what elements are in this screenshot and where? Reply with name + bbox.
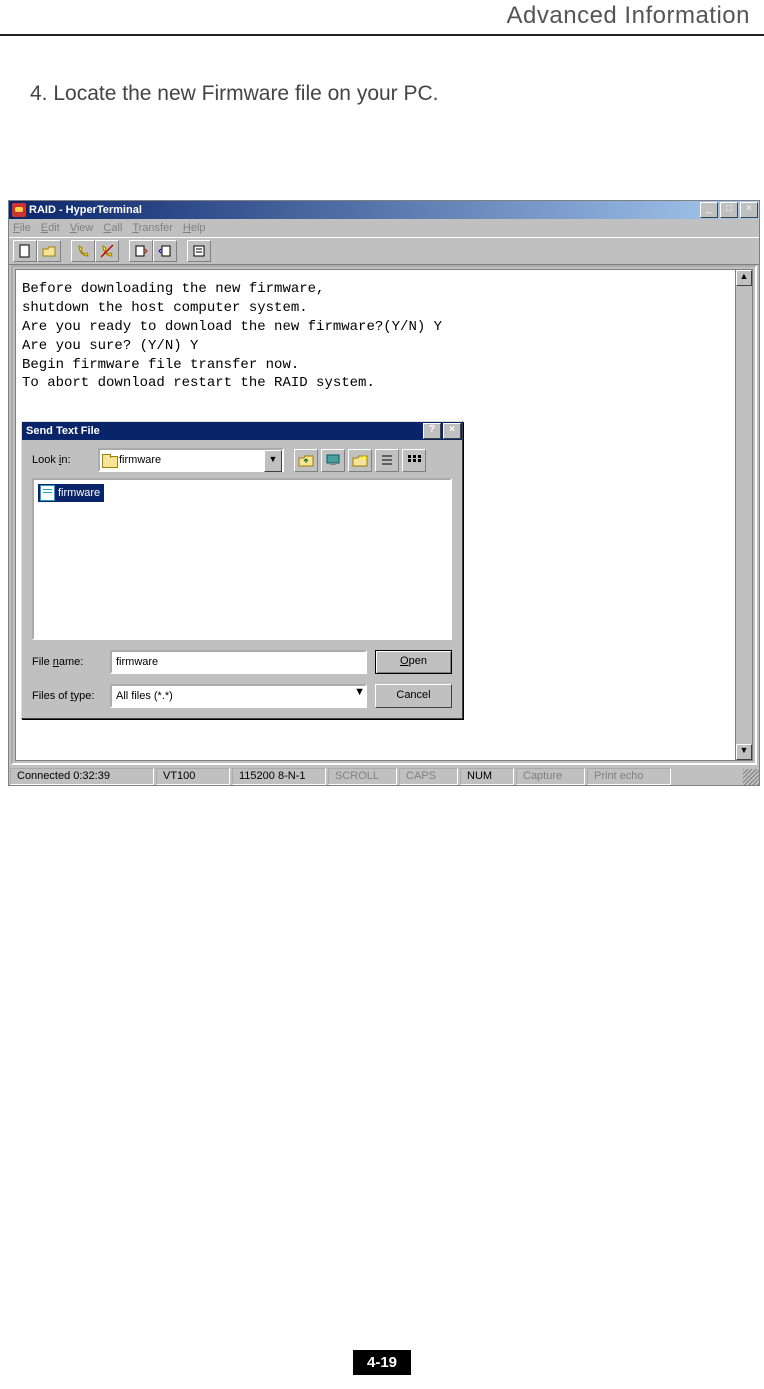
status-scroll: SCROLL xyxy=(328,768,397,785)
new-folder-icon[interactable] xyxy=(348,449,372,472)
status-num: NUM xyxy=(460,768,514,785)
section-header: Advanced Information xyxy=(507,2,750,30)
open-button[interactable]: Open xyxy=(375,650,452,674)
list-item[interactable]: firmware xyxy=(38,484,104,502)
menu-call[interactable]: Call xyxy=(103,222,122,234)
chevron-down-icon[interactable]: ▼ xyxy=(264,450,282,472)
menu-edit[interactable]: Edit xyxy=(41,222,60,234)
menu-file[interactable]: File xyxy=(13,222,31,234)
dialog-titlebar[interactable]: Send Text File ? × xyxy=(22,422,462,440)
header-rule xyxy=(0,34,764,36)
look-in-dropdown[interactable]: firmware ▼ xyxy=(98,448,284,472)
status-settings: 115200 8-N-1 xyxy=(232,768,326,785)
receive-icon[interactable] xyxy=(153,240,177,262)
file-name-field[interactable]: firmware xyxy=(110,650,367,674)
file-listbox[interactable]: firmware xyxy=(32,478,452,640)
chevron-down-icon[interactable]: ▼ xyxy=(354,686,365,706)
app-icon xyxy=(12,203,26,217)
properties-icon[interactable] xyxy=(187,240,211,262)
files-of-type-label: Files of type: xyxy=(32,690,102,702)
window-title: RAID - HyperTerminal xyxy=(29,204,699,216)
menu-view[interactable]: View xyxy=(70,222,94,234)
dialog-close-button[interactable]: × xyxy=(443,423,461,439)
desktop-icon[interactable] xyxy=(321,449,345,472)
page-number: 4-19 xyxy=(353,1350,411,1375)
status-caps: CAPS xyxy=(399,768,458,785)
menubar: File Edit View Call Transfer Help xyxy=(9,219,759,237)
menu-transfer[interactable]: Transfer xyxy=(132,222,173,234)
disconnect-icon[interactable] xyxy=(95,240,119,262)
files-of-type-dropdown[interactable]: All files (*.*) ▼ xyxy=(110,684,367,708)
menu-help[interactable]: Help xyxy=(183,222,206,234)
vertical-scrollbar[interactable]: ▲ ▼ xyxy=(735,269,753,761)
step-instruction: 4. Locate the new Firmware file on your … xyxy=(30,82,439,106)
cancel-button[interactable]: Cancel xyxy=(375,684,452,708)
resize-grip-icon[interactable] xyxy=(743,769,759,785)
dialog-help-button[interactable]: ? xyxy=(423,423,441,439)
open-icon[interactable] xyxy=(37,240,61,262)
call-icon[interactable] xyxy=(71,240,95,262)
status-emulation: VT100 xyxy=(156,768,230,785)
new-icon[interactable] xyxy=(13,240,37,262)
folder-icon xyxy=(102,454,116,466)
look-in-label: Look in: xyxy=(32,454,92,466)
status-print-echo: Print echo xyxy=(587,768,671,785)
dialog-title: Send Text File xyxy=(26,425,100,437)
status-connected: Connected 0:32:39 xyxy=(10,768,154,785)
close-button[interactable]: × xyxy=(740,202,758,218)
details-view-icon[interactable] xyxy=(402,449,426,472)
minimize-button[interactable]: _ xyxy=(700,202,718,218)
screenshot-window: RAID - HyperTerminal _ □ × File Edit Vie… xyxy=(8,200,760,786)
maximize-button[interactable]: □ xyxy=(720,202,738,218)
send-icon[interactable] xyxy=(129,240,153,262)
document-icon xyxy=(40,485,55,501)
toolbar xyxy=(9,237,759,265)
status-bar: Connected 0:32:39 VT100 115200 8-N-1 SCR… xyxy=(9,767,759,785)
status-capture: Capture xyxy=(516,768,585,785)
scroll-down-icon[interactable]: ▼ xyxy=(736,744,752,760)
list-view-icon[interactable] xyxy=(375,449,399,472)
window-titlebar[interactable]: RAID - HyperTerminal _ □ × xyxy=(9,201,759,219)
file-name-label: File name: xyxy=(32,656,102,668)
up-one-level-icon[interactable] xyxy=(294,449,318,472)
scroll-up-icon[interactable]: ▲ xyxy=(736,270,752,286)
send-text-file-dialog: Send Text File ? × Look in: firmware ▼ xyxy=(21,421,463,719)
